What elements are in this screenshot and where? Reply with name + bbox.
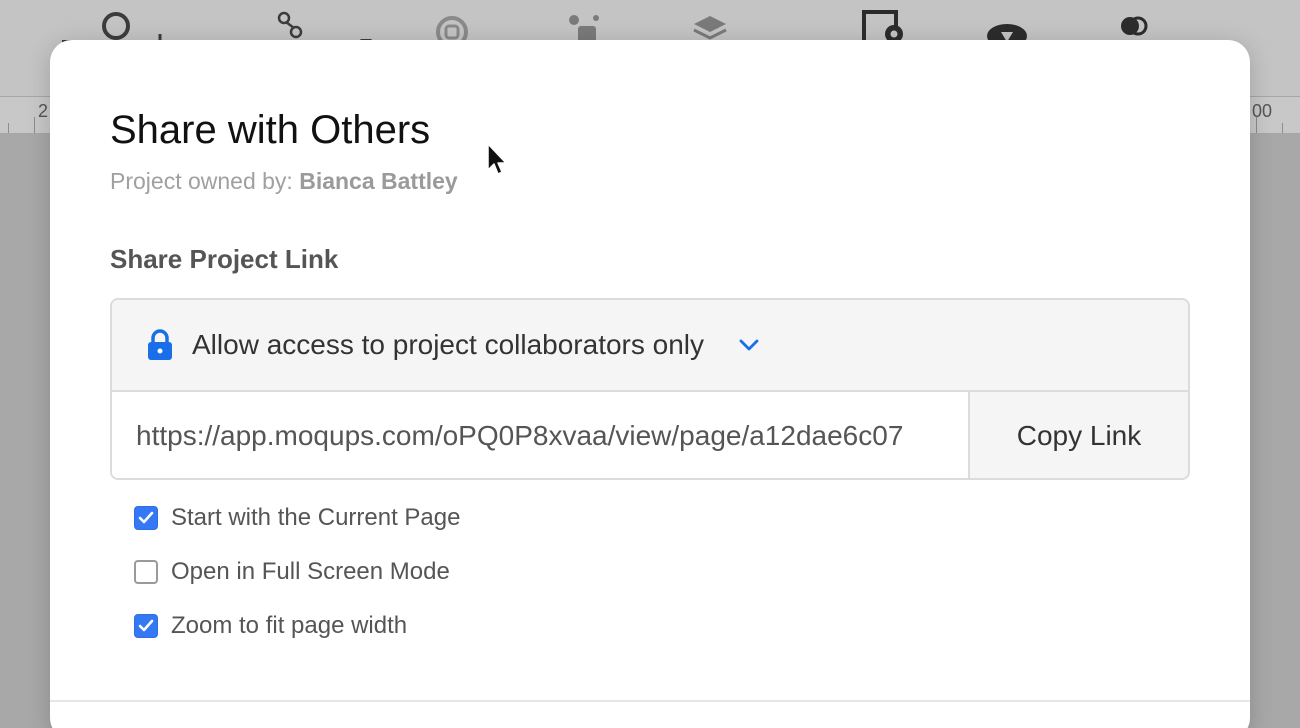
option-zoom-fit-width[interactable]: Zoom to fit page width [134,612,407,640]
checkbox-unchecked[interactable] [134,560,158,584]
footer-divider [50,700,1250,702]
share-url-input[interactable] [112,392,970,478]
lock-icon [148,329,172,360]
section-heading: Share Project Link [110,244,339,274]
share-dialog: Share with Others Project owned by: Bian… [50,40,1250,728]
ruler-label-left: 2 [38,101,49,121]
access-level-dropdown[interactable]: Allow access to project collaborators on… [112,300,1188,392]
ruler-tick [8,123,9,133]
owner-name: Bianca Battley [299,168,458,194]
checkmark-icon [138,619,154,632]
mouse-cursor-icon [487,143,507,175]
dialog-title: Share with Others [110,108,431,152]
chevron-down-icon [739,339,759,351]
option-full-screen[interactable]: Open in Full Screen Mode [134,558,450,586]
ruler-label-right: 00 [1252,101,1273,121]
option-label: Start with the Current Page [171,504,461,531]
option-label: Open in Full Screen Mode [171,558,450,585]
checkbox-checked[interactable] [134,506,158,530]
ruler-tick [1256,117,1257,133]
ruler-tick [34,117,35,133]
owner-line: Project owned by: Bianca Battley [110,168,458,195]
copy-link-button[interactable]: Copy Link [970,392,1188,478]
option-label: Zoom to fit page width [171,612,408,639]
access-level-label: Allow access to project collaborators on… [192,329,705,360]
link-row: Copy Link [112,392,1188,478]
owner-prefix: Project owned by: [110,168,293,194]
share-link-box: Allow access to project collaborators on… [110,298,1190,480]
checkbox-checked[interactable] [134,614,158,638]
checkmark-icon [138,511,154,524]
option-start-current-page[interactable]: Start with the Current Page [134,504,460,532]
ruler-tick [1282,123,1283,133]
